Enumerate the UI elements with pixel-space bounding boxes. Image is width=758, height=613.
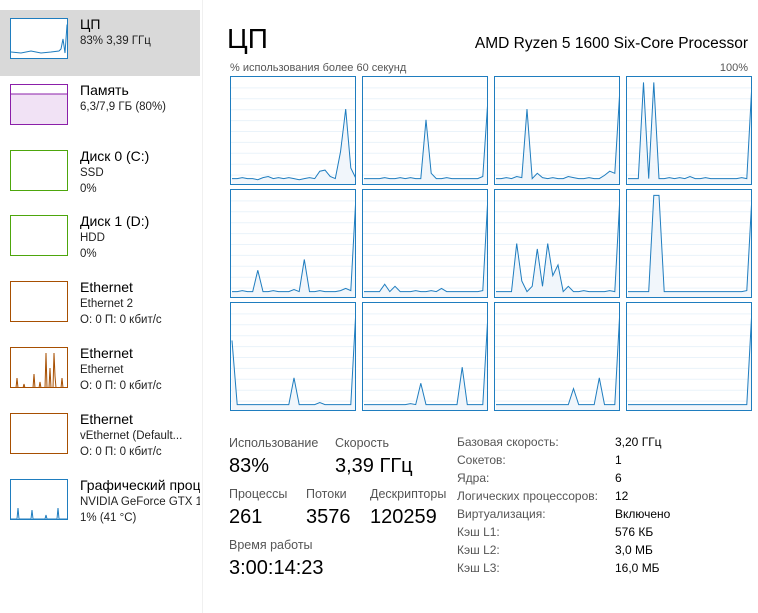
base-speed-label: Базовая скорость: <box>457 435 559 449</box>
core-graph <box>362 189 488 298</box>
core-usage-area <box>628 326 751 410</box>
sidebar-item-value: 0% <box>80 248 97 260</box>
sidebar-item-title: Ethernet <box>80 411 133 427</box>
core-graph <box>626 189 752 298</box>
gpu-mini-graph <box>10 479 68 520</box>
threads-label: Потоки <box>306 487 347 501</box>
vethernet-mini-graph <box>10 413 68 454</box>
sidebar: ЦП 83% 3,39 ГГц Память 6,3/7,9 ГБ (80%) … <box>0 0 200 613</box>
sidebar-item-ethernet[interactable]: Ethernet Ethernet О: 0 П: 0 кбит/с <box>0 339 200 405</box>
core-usage-area <box>364 213 487 297</box>
sockets-value: 1 <box>615 453 622 467</box>
core-graph <box>362 76 488 185</box>
sidebar-item-title: Память <box>80 82 129 98</box>
ethernet-2-mini-graph <box>10 281 68 322</box>
sockets-label: Сокетов: <box>457 453 506 467</box>
core-usage-line <box>496 95 619 180</box>
l1-cache-label: Кэш L1: <box>457 525 500 539</box>
disk-1-mini-graph <box>10 215 68 256</box>
core-graph <box>494 302 620 411</box>
speed-label: Скорость <box>335 436 389 450</box>
graph-axis-max: 100% <box>719 62 748 74</box>
handles-value: 120259 <box>370 506 437 528</box>
core-graph <box>230 76 356 185</box>
sidebar-item-value: 1% (41 °C) <box>80 512 137 524</box>
l3-cache-label: Кэш L3: <box>457 561 500 575</box>
sidebar-item-value: 0% <box>80 183 97 195</box>
page-title: ЦП <box>227 23 268 54</box>
core-usage-area <box>496 104 619 184</box>
base-speed-value: 3,20 ГГц <box>615 435 662 449</box>
usage-label: Использование <box>229 436 319 450</box>
sidebar-item-detail: Ethernet <box>80 364 124 376</box>
logical-processors-value: 12 <box>615 489 629 503</box>
processes-value: 261 <box>229 506 263 528</box>
cpu-mini-graph <box>10 18 68 59</box>
cpu-model-name: AMD Ryzen 5 1600 Six-Core Processor <box>474 35 748 52</box>
core-graph <box>362 302 488 411</box>
graph-axis-label: % использования более 60 секунд <box>230 62 407 74</box>
sidebar-item-detail: NVIDIA GeForce GTX 1050 <box>80 496 200 508</box>
core-graph <box>494 76 620 185</box>
logical-processors-label: Логических процессоров: <box>457 489 598 503</box>
sidebar-item-gpu[interactable]: Графический процессор NVIDIA GeForce GTX… <box>0 471 200 537</box>
l2-cache-label: Кэш L2: <box>457 543 500 557</box>
sidebar-item-memory[interactable]: Память 6,3/7,9 ГБ (80%) <box>0 76 200 142</box>
sidebar-item-title: Графический процессор <box>80 477 200 493</box>
sidebar-item-value: О: 0 П: 0 кбит/с <box>80 446 162 458</box>
l2-cache-value: 3,0 МБ <box>615 543 653 557</box>
sidebar-item-detail: SSD <box>80 167 104 179</box>
core-usage-line <box>364 322 487 406</box>
ethernet-mini-graph <box>10 347 68 388</box>
sidebar-item-value: О: 0 П: 0 кбит/с <box>80 380 162 392</box>
memory-mini-graph <box>10 84 68 125</box>
cpu-core-graphs[interactable] <box>230 76 752 412</box>
sidebar-item-cpu[interactable]: ЦП 83% 3,39 ГГц <box>0 10 200 76</box>
core-usage-area <box>364 331 487 410</box>
core-usage-area <box>628 195 751 297</box>
core-usage-area <box>364 113 487 184</box>
speed-value: 3,39 ГГц <box>335 455 413 477</box>
l3-cache-value: 16,0 МБ <box>615 561 660 575</box>
sidebar-item-detail: 6,3/7,9 ГБ (80%) <box>80 101 167 113</box>
virtualization-value: Включено <box>615 507 671 521</box>
core-usage-area <box>496 213 619 297</box>
sidebar-item-detail: HDD <box>80 232 105 244</box>
core-usage-area <box>232 326 355 410</box>
sidebar-item-title: Диск 1 (D:) <box>80 213 150 229</box>
cpu-panel: ЦП AMD Ryzen 5 1600 Six-Core Processor %… <box>203 0 758 613</box>
uptime-label: Время работы <box>229 538 313 552</box>
sidebar-item-title: Ethernet <box>80 345 133 361</box>
sidebar-item-detail: vEthernet (Default... <box>80 430 183 442</box>
core-usage-line <box>232 109 355 181</box>
threads-value: 3576 <box>306 506 351 528</box>
core-usage-area <box>232 213 355 297</box>
cores-value: 6 <box>615 471 622 485</box>
virtualization-label: Виртуализация: <box>457 507 546 521</box>
sidebar-item-vethernet[interactable]: Ethernet vEthernet (Default... О: 0 П: 0… <box>0 405 200 471</box>
sidebar-item-detail: 83% 3,39 ГГц <box>80 35 151 47</box>
sidebar-item-title: Ethernet <box>80 279 133 295</box>
core-graph <box>626 302 752 411</box>
disk-0-mini-graph <box>10 150 68 191</box>
usage-value: 83% <box>229 455 270 477</box>
sidebar-item-title: ЦП <box>80 16 101 32</box>
cores-label: Ядра: <box>457 471 490 485</box>
sidebar-item-disk-1[interactable]: Диск 1 (D:) HDD 0% <box>0 207 200 273</box>
sidebar-item-title: Диск 0 (C:) <box>80 148 150 164</box>
core-usage-area <box>496 326 619 410</box>
uptime-value: 3:00:14:23 <box>229 557 324 579</box>
core-graph <box>626 76 752 185</box>
core-graph <box>230 302 356 411</box>
l1-cache-value: 576 КБ <box>615 525 654 539</box>
sidebar-item-ethernet-2[interactable]: Ethernet Ethernet 2 О: 0 П: 0 кбит/с <box>0 273 200 339</box>
core-graph <box>494 189 620 298</box>
sidebar-item-disk-0[interactable]: Диск 0 (C:) SSD 0% <box>0 142 200 208</box>
processes-label: Процессы <box>229 487 288 501</box>
sidebar-item-detail: Ethernet 2 <box>80 298 134 310</box>
handles-label: Дескрипторы <box>370 487 447 501</box>
core-graph <box>230 189 356 298</box>
sidebar-item-value: О: 0 П: 0 кбит/с <box>80 314 162 326</box>
